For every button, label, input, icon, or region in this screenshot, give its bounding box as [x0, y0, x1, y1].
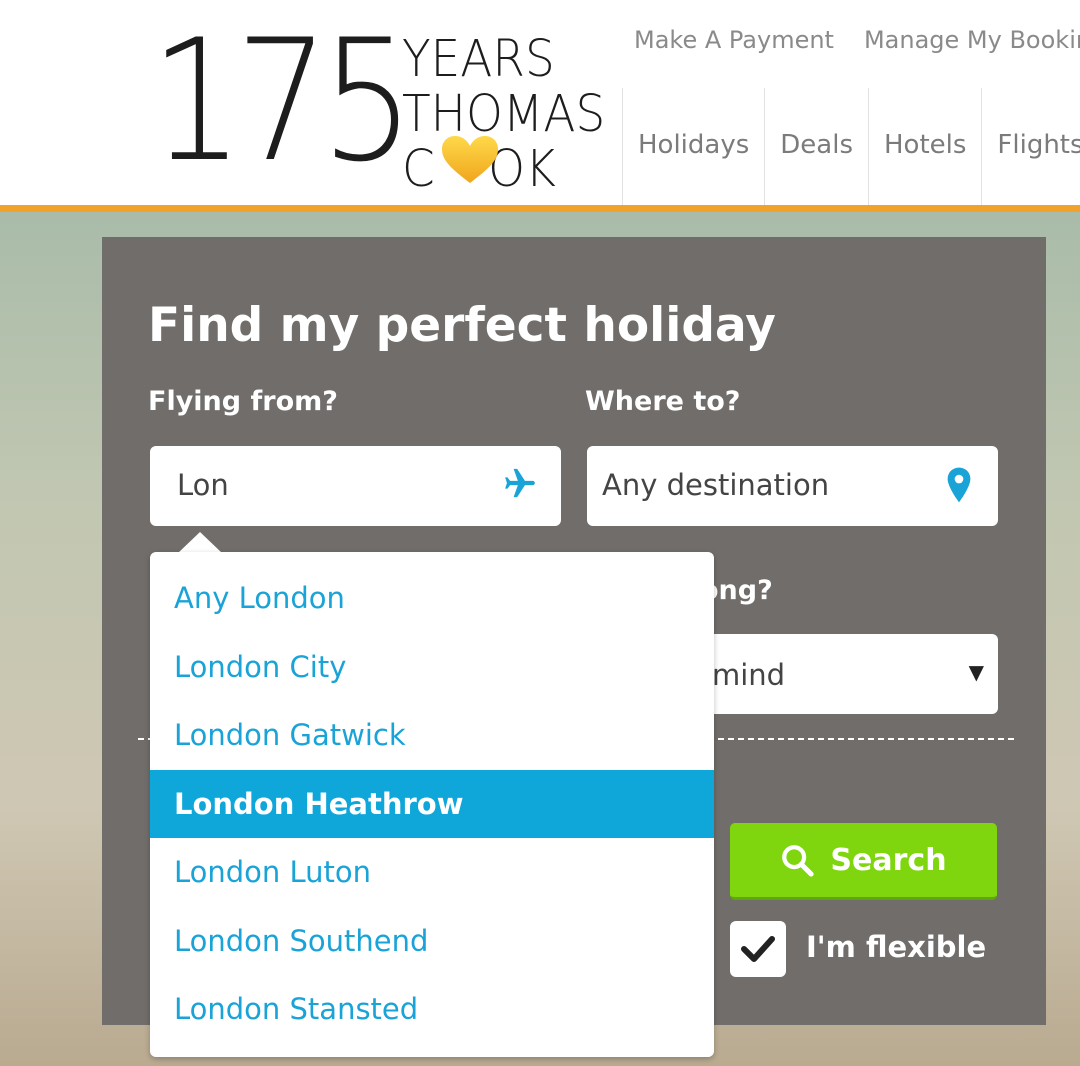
nav-holidays[interactable]: Holidays — [622, 88, 764, 206]
search-button-label: Search — [830, 842, 947, 878]
flexible-label: I'm flexible — [806, 930, 987, 964]
manage-booking-link[interactable]: Manage My Booking — [864, 26, 1080, 54]
how-long-value: mind — [712, 658, 786, 692]
make-payment-link[interactable]: Make A Payment — [634, 26, 834, 54]
utility-links: Make A Payment Manage My Booking — [634, 26, 1080, 54]
location-pin-icon — [947, 467, 971, 503]
airport-autocomplete-dropdown: Any London London City London Gatwick Lo… — [150, 552, 714, 1057]
logo-wordmark: YEARS THOMAS C OK — [402, 32, 605, 197]
thomas-cook-175-logo[interactable]: 175 YEARS THOMAS C OK — [150, 16, 605, 197]
where-to-label: Where to? — [585, 386, 741, 417]
nav-hotels[interactable]: Hotels — [868, 88, 981, 206]
site-header: 175 YEARS THOMAS C OK Make A Payment Mana… — [0, 0, 1080, 206]
search-button[interactable]: Search — [730, 823, 997, 900]
where-to-input[interactable]: Any destination — [587, 446, 998, 526]
autocomplete-item-any-london[interactable]: Any London — [150, 564, 714, 632]
autocomplete-item-london-southend[interactable]: London Southend — [150, 907, 714, 975]
search-icon — [782, 845, 815, 877]
autocomplete-item-london-heathrow[interactable]: London Heathrow — [150, 770, 714, 838]
nav-deals[interactable]: Deals — [764, 88, 868, 206]
flying-from-input[interactable]: Lon — [150, 446, 561, 526]
autocomplete-item-london-gatwick[interactable]: London Gatwick — [150, 701, 714, 769]
autocomplete-item-london-city[interactable]: London City — [150, 633, 714, 701]
flying-from-value: Lon — [177, 468, 229, 502]
dropdown-caret — [178, 532, 222, 553]
checkmark-icon — [741, 936, 775, 962]
logo-thomas: THOMAS — [402, 85, 606, 144]
main-nav: Holidays Deals Hotels Flights — [622, 88, 1080, 206]
logo-cook: C OK — [402, 140, 556, 199]
logo-years: YEARS — [402, 30, 555, 89]
search-panel-title: Find my perfect holiday — [148, 298, 776, 353]
header-accent-bar — [0, 205, 1080, 212]
plane-icon — [505, 468, 535, 498]
autocomplete-item-london-stansted[interactable]: London Stansted — [150, 975, 714, 1043]
logo-number: 175 — [150, 3, 415, 199]
where-to-placeholder: Any destination — [602, 468, 830, 502]
nav-flights[interactable]: Flights — [981, 88, 1080, 206]
chevron-down-icon: ▼ — [968, 660, 984, 684]
heart-logo-icon — [442, 136, 498, 183]
flying-from-label: Flying from? — [148, 386, 338, 417]
flexible-checkbox[interactable] — [730, 921, 786, 977]
autocomplete-item-london-luton[interactable]: London Luton — [150, 838, 714, 906]
